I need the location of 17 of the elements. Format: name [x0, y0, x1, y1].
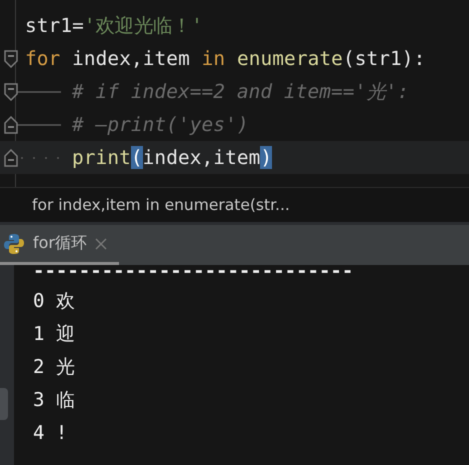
- code-line: for index,item in enumerate(str1):: [25, 46, 426, 72]
- console-output-line: 4 !: [33, 421, 68, 446]
- fold-icon[interactable]: [4, 50, 18, 68]
- console-output-line: 0 欢: [33, 289, 76, 314]
- breadcrumb[interactable]: for index,item in enumerate(str...: [32, 196, 290, 214]
- fold-icon[interactable]: [4, 148, 18, 166]
- console-output-line: ----------------------------: [33, 265, 354, 284]
- code-line: # if index==2 and item=='光':: [72, 79, 410, 105]
- code-line: # —print('yes'): [72, 112, 250, 138]
- console-output-line: 2 光: [33, 355, 76, 380]
- fold-icon[interactable]: [4, 82, 18, 100]
- console-output-line: 1 迎: [33, 322, 76, 347]
- code-line: str1='欢迎光临！': [25, 13, 204, 39]
- python-icon: [3, 232, 25, 254]
- console-output-line: 3 临: [33, 388, 76, 413]
- code-editor[interactable]: str1='欢迎光临！' for index,item in enumerate(str1): # if index==2 and item=='光': # —print('yes') print(index,item): [0, 0, 469, 188]
- fold-icon[interactable]: [4, 116, 18, 134]
